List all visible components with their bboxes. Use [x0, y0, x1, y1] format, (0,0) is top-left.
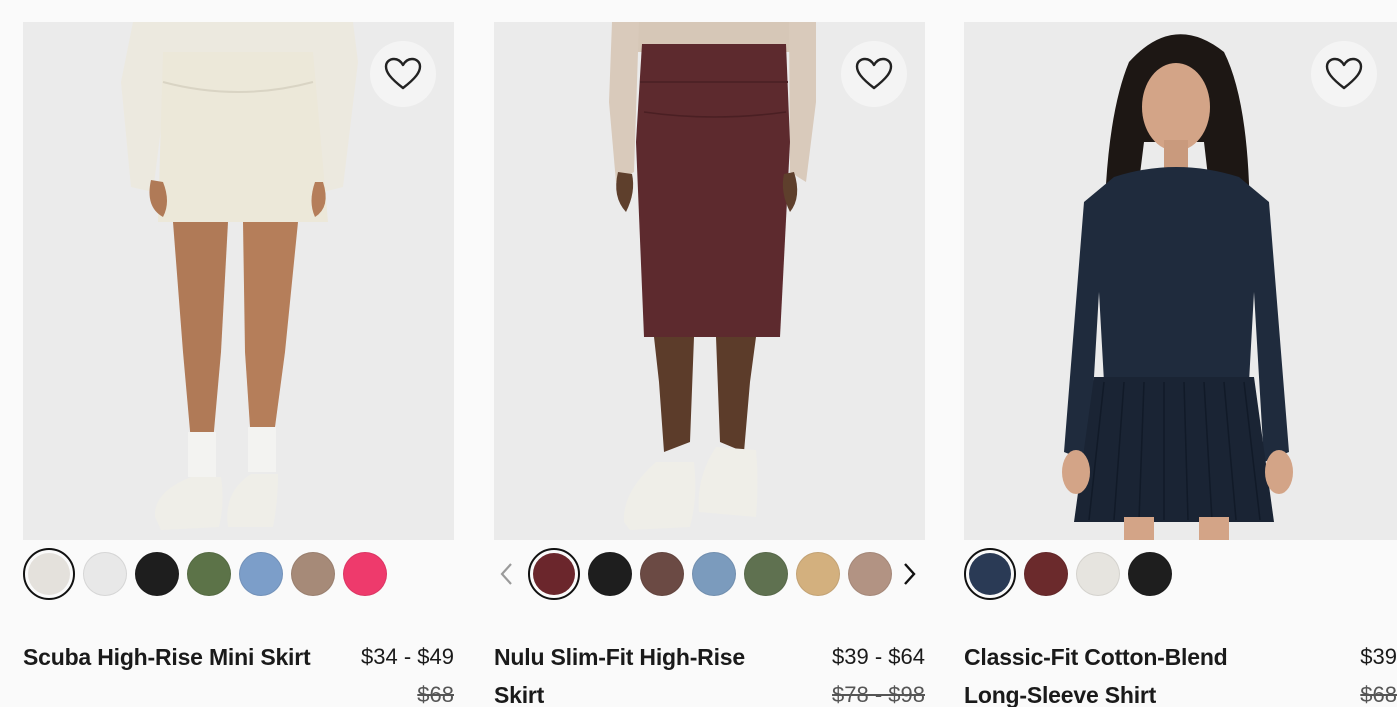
product-price: $39 $68 — [1360, 638, 1397, 707]
color-swatch[interactable] — [343, 552, 387, 596]
color-swatch[interactable] — [239, 552, 283, 596]
color-swatch[interactable] — [964, 548, 1016, 600]
color-swatch[interactable] — [796, 552, 840, 596]
color-swatch[interactable] — [1128, 552, 1172, 596]
color-swatch[interactable] — [291, 552, 335, 596]
product-image[interactable] — [494, 22, 925, 540]
original-price: $78 - $98 — [832, 682, 925, 707]
color-swatch[interactable] — [187, 552, 231, 596]
swatch-prev-button[interactable] — [494, 554, 518, 594]
color-swatch[interactable] — [848, 552, 892, 596]
product-price: $34 - $49 $68 — [361, 638, 454, 707]
color-swatch[interactable] — [640, 552, 684, 596]
color-swatch[interactable] — [1024, 552, 1068, 596]
wishlist-button[interactable] — [370, 41, 436, 107]
product-name[interactable]: Nulu Slim-Fit High-Rise Skirt — [494, 638, 784, 707]
heart-icon — [1325, 57, 1363, 90]
original-price: $68 — [1360, 682, 1397, 707]
color-swatches — [964, 544, 1397, 604]
color-swatch[interactable] — [83, 552, 127, 596]
color-swatch[interactable] — [588, 552, 632, 596]
sale-price: $39 - $64 — [832, 644, 925, 669]
wishlist-button[interactable] — [841, 41, 907, 107]
heart-icon — [384, 57, 422, 90]
product-card[interactable]: Classic-Fit Cotton-Blend Long-Sleeve Shi… — [964, 22, 1397, 707]
chevron-left-icon — [500, 563, 512, 585]
color-swatches — [23, 544, 454, 604]
color-swatch[interactable] — [692, 552, 736, 596]
color-swatches — [494, 544, 925, 604]
product-name[interactable]: Scuba High-Rise Mini Skirt — [23, 638, 353, 676]
product-image[interactable] — [964, 22, 1397, 540]
product-price: $39 - $64 $78 - $98 — [832, 638, 925, 707]
wishlist-button[interactable] — [1311, 41, 1377, 107]
swatch-next-button[interactable] — [898, 554, 922, 594]
product-name[interactable]: Classic-Fit Cotton-Blend Long-Sleeve Shi… — [964, 638, 1264, 707]
chevron-right-icon — [904, 563, 916, 585]
product-card[interactable]: Scuba High-Rise Mini Skirt $34 - $49 $68 — [23, 22, 454, 707]
color-swatch[interactable] — [528, 548, 580, 600]
original-price: $68 — [417, 682, 454, 707]
sale-price: $34 - $49 — [361, 644, 454, 669]
color-swatch[interactable] — [1076, 552, 1120, 596]
color-swatch[interactable] — [744, 552, 788, 596]
product-image[interactable] — [23, 22, 454, 540]
product-card[interactable]: Nulu Slim-Fit High-Rise Skirt $39 - $64 … — [494, 22, 925, 707]
heart-icon — [855, 57, 893, 90]
color-swatch[interactable] — [23, 548, 75, 600]
sale-price: $39 — [1360, 644, 1397, 669]
color-swatch[interactable] — [135, 552, 179, 596]
